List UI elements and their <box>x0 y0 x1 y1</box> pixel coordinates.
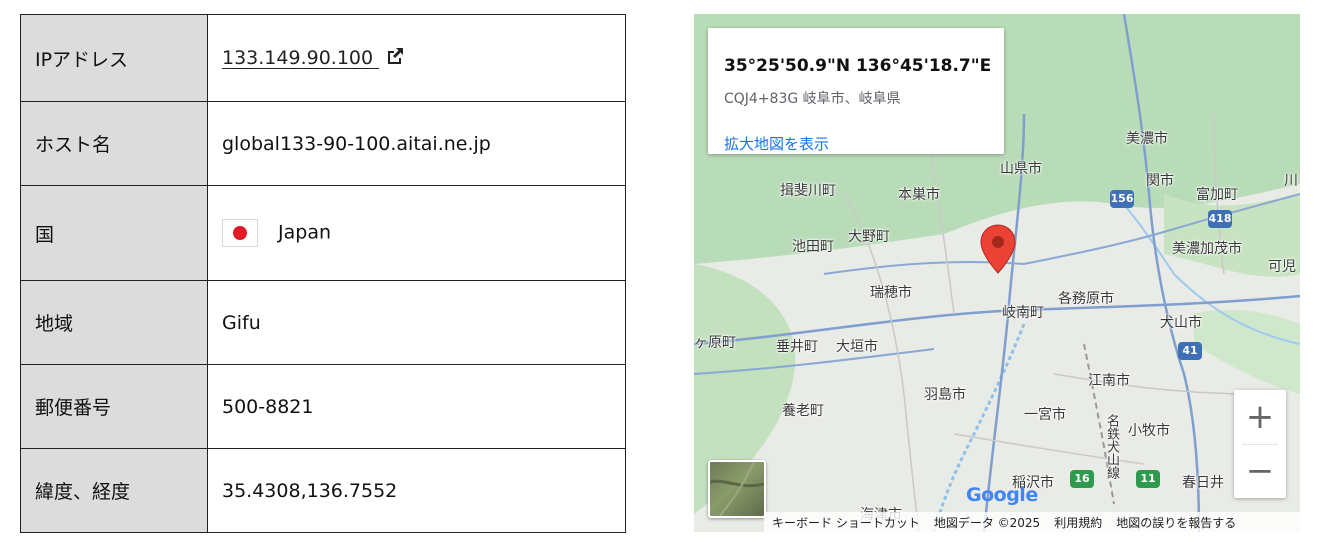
label-postal: 郵便番号 <box>20 364 208 449</box>
row-ip: IPアドレス 133.149.90.100 <box>20 14 626 102</box>
label-region: 地域 <box>20 280 208 365</box>
place-info-card: 35°25'50.9"N 136°45'18.7"E CQJ4+83G 岐阜市、… <box>708 28 1004 154</box>
coords-title: 35°25'50.9"N 136°45'18.7"E <box>724 56 992 76</box>
place-label: 瑞穂市 <box>870 285 912 301</box>
value-postal: 500-8821 <box>207 364 626 449</box>
map-marker-icon[interactable] <box>980 224 1016 278</box>
place-label: 美濃市 <box>1126 131 1168 147</box>
country-name: Japan <box>278 221 332 244</box>
place-label: 犬山市 <box>1160 315 1202 331</box>
google-logo-text: Google <box>966 484 1038 506</box>
place-label: 山県市 <box>1000 161 1042 177</box>
row-latlng: 緯度、経度 35.4308,136.7552 <box>20 448 626 533</box>
row-country: 国 Japan <box>20 185 626 281</box>
place-label: 春日井 <box>1182 475 1224 491</box>
row-region: 地域 Gifu <box>20 280 626 365</box>
map-data-text: 地図データ ©2025 <box>933 515 1041 530</box>
plus-code: CQJ4+83G 岐阜市、岐阜県 <box>724 91 901 107</box>
label-hostname: ホスト名 <box>20 101 208 186</box>
place-label: 垂井町 <box>776 339 818 355</box>
place-label: 関市 <box>1146 173 1174 189</box>
place-label: 川 <box>1284 173 1298 189</box>
route-shield: 418 <box>1208 210 1232 228</box>
zoom-out-button[interactable]: − <box>1234 444 1286 498</box>
attribution-bar: キーボード ショートカット 地図データ ©2025 利用規約 地図の誤りを報告す… <box>764 512 1300 532</box>
value-country: Japan <box>207 185 626 281</box>
route-shield: 11 <box>1136 470 1160 488</box>
place-label: 大野町 <box>848 229 890 245</box>
ip-address-link[interactable]: 133.149.90.100 <box>222 47 405 69</box>
japan-flag-icon <box>222 219 258 247</box>
place-label: 各務原市 <box>1058 291 1114 307</box>
place-label: 富加町 <box>1196 187 1238 203</box>
value-ip: 133.149.90.100 <box>207 14 626 102</box>
route-shield: 41 <box>1178 342 1202 360</box>
report-error-link[interactable]: 地図の誤りを報告する <box>1116 514 1236 531</box>
zoom-control: + − <box>1234 390 1286 498</box>
label-ip: IPアドレス <box>20 14 208 102</box>
label-country: 国 <box>20 185 208 281</box>
route-shield: 156 <box>1110 190 1134 208</box>
row-postal: 郵便番号 500-8821 <box>20 364 626 449</box>
terms-link[interactable]: 利用規約 <box>1054 514 1102 531</box>
google-logo: Google <box>966 484 1038 506</box>
place-label: 羽島市 <box>924 387 966 403</box>
value-hostname: global133-90-100.aitai.ne.jp <box>207 101 626 186</box>
label-latlng: 緯度、経度 <box>20 448 208 533</box>
external-link-icon <box>385 46 405 71</box>
ip-info-table: IPアドレス 133.149.90.100 ホスト名 global133-90-… <box>20 14 626 533</box>
place-label: ヶ原町 <box>694 335 736 351</box>
place-label: 一宮市 <box>1024 407 1066 423</box>
row-hostname: ホスト名 global133-90-100.aitai.ne.jp <box>20 101 626 186</box>
rail-label: 名鉄犬山線 <box>1104 414 1119 479</box>
route-shield: 16 <box>1070 470 1094 488</box>
place-label: 小牧市 <box>1128 423 1170 439</box>
value-latlng: 35.4308,136.7552 <box>207 448 626 533</box>
place-label: 池田町 <box>792 239 834 255</box>
place-label: 揖斐川町 <box>780 183 836 199</box>
map-embed[interactable]: 美濃市 山県市 揖斐川町 本巣市 関市 富加町 大野町 池田町 美濃加茂市 瑞穂… <box>694 14 1300 532</box>
place-label: 岐南町 <box>1002 305 1044 321</box>
place-label: 可児 <box>1268 259 1296 275</box>
view-larger-map-link[interactable]: 拡大地図を表示 <box>724 133 829 154</box>
place-label: 大垣市 <box>836 339 878 355</box>
satellite-toggle-thumbnail[interactable] <box>708 460 766 518</box>
place-label: 美濃加茂市 <box>1172 241 1242 257</box>
value-region: Gifu <box>207 280 626 365</box>
place-label: 江南市 <box>1088 373 1130 389</box>
zoom-in-button[interactable]: + <box>1234 390 1286 444</box>
keyboard-shortcuts-link[interactable]: キーボード ショートカット <box>772 514 920 531</box>
place-label: 本巣市 <box>898 187 940 203</box>
place-label: 養老町 <box>782 403 824 419</box>
